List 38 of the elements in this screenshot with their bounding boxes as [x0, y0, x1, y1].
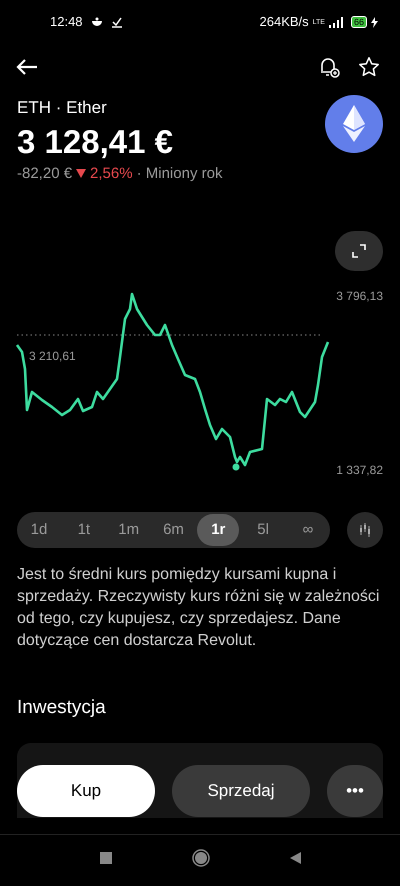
- asset-price: 3 128,41 €: [17, 122, 174, 162]
- network-speed: 264KB/s: [260, 13, 309, 32]
- time-range-tab[interactable]: 1t: [62, 514, 105, 546]
- home-icon[interactable]: [192, 849, 210, 867]
- max-price-label: 3 796,13: [336, 288, 383, 305]
- sell-button[interactable]: Sprzedaj: [172, 764, 310, 816]
- price-disclaimer: Jest to średni kurs pomiędzy kursami kupna i sprzedaży. Rzeczywisty kurs różni się w zależności od tego, czy kupujesz, czy sprzedajesz. Dane dotyczące cen dostarcza Revolut.: [16, 565, 380, 651]
- star-icon[interactable]: [358, 56, 380, 78]
- bell-plus-icon[interactable]: [318, 56, 340, 78]
- status-time: 12:48: [50, 13, 83, 32]
- recents-icon[interactable]: [100, 852, 112, 864]
- bowl-icon: [90, 17, 103, 27]
- expand-button[interactable]: [335, 231, 383, 271]
- candlestick-icon: [359, 523, 371, 537]
- asset-name: ETH · Ether: [17, 97, 108, 119]
- chart-type-button[interactable]: [347, 512, 383, 548]
- buy-button[interactable]: Kup: [17, 764, 155, 816]
- time-range-tab[interactable]: 1r: [197, 514, 240, 546]
- time-range-tab[interactable]: 1d: [18, 514, 60, 546]
- time-range-tab[interactable]: 5l: [242, 514, 284, 546]
- time-range-tab[interactable]: 6m: [152, 514, 194, 546]
- back-icon[interactable]: [290, 852, 300, 864]
- download-done-icon: [110, 16, 123, 28]
- time-range-tab[interactable]: ∞: [286, 514, 329, 546]
- diamond-logo-icon: [325, 95, 383, 153]
- change-period: · Miniony rok: [136, 164, 222, 184]
- time-range-tab[interactable]: 1m: [108, 514, 150, 546]
- section-title: Inwestycja: [16, 696, 107, 720]
- signal-icon: [328, 16, 343, 28]
- start-price-label: 3 210,61: [29, 348, 76, 365]
- min-price-label: 1 337,82: [336, 462, 383, 479]
- change-percent: 2,56%: [90, 164, 133, 184]
- back-arrow-icon[interactable]: [16, 58, 38, 76]
- expand-icon: [352, 244, 366, 258]
- battery-level: 66: [350, 16, 367, 28]
- change-amount: -82,20 €: [17, 164, 72, 184]
- charging-icon: [371, 16, 378, 28]
- low-point-marker: [232, 464, 240, 470]
